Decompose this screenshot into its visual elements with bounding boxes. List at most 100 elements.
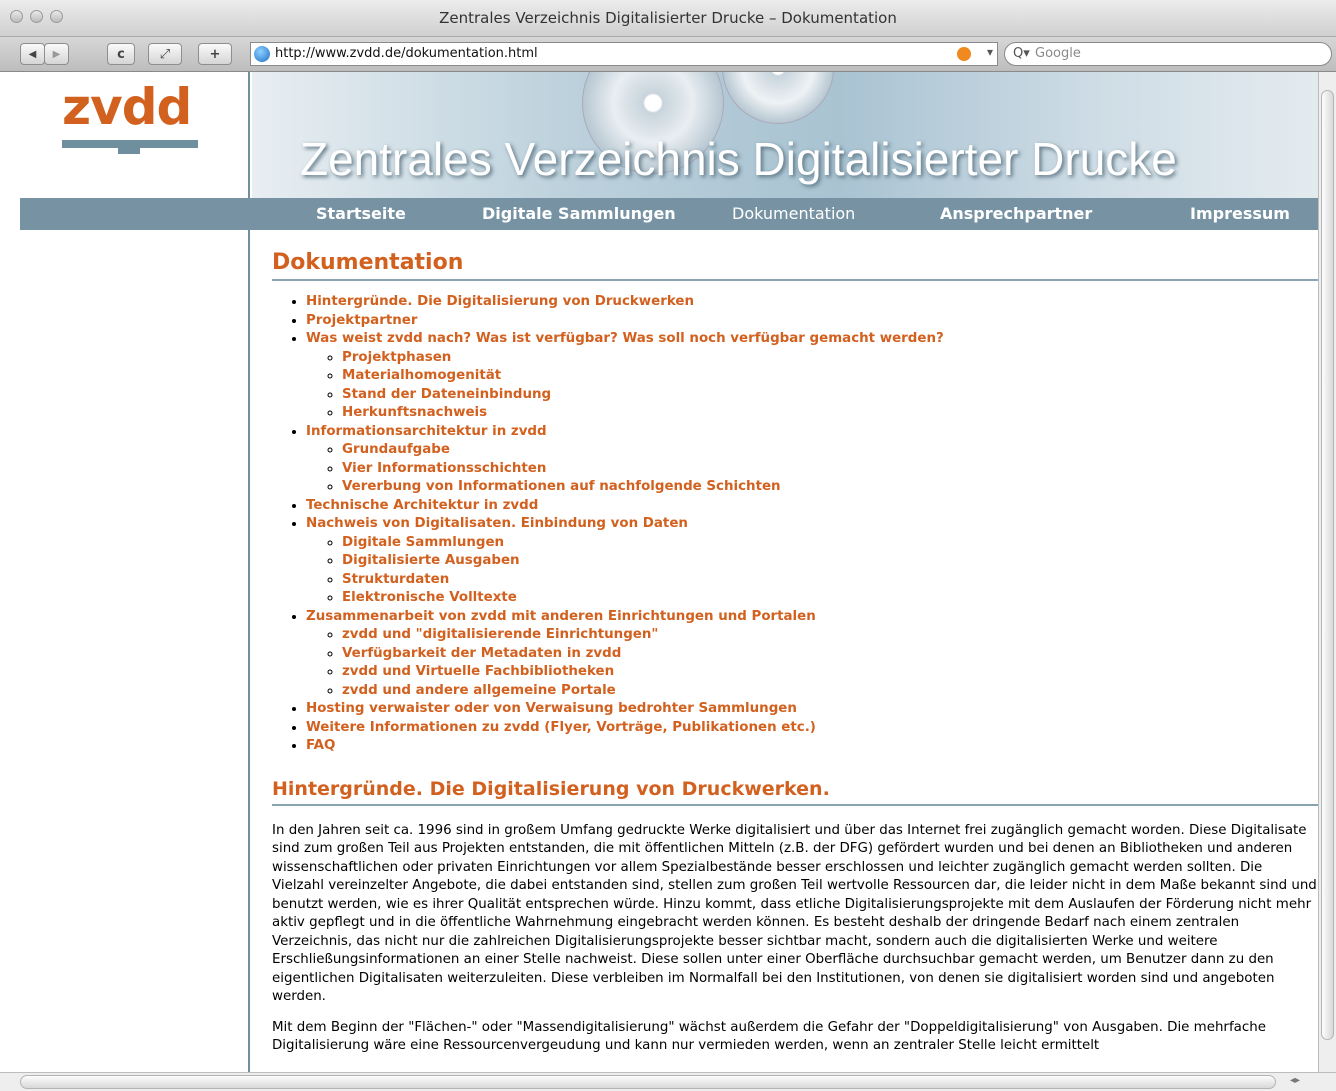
browser-toolbar: ◀ ▶ c ⤢ + http://www.zvdd.de/dokumentati… (0, 37, 1336, 72)
back-button[interactable]: ◀ (20, 43, 45, 65)
toc-link[interactable]: Was weist zvdd nach? Was ist verfügbar? … (306, 331, 944, 346)
search-placeholder: Google (1035, 46, 1081, 61)
toc-sublist: zvdd und "digitalisierende Einrichtungen… (306, 626, 1318, 700)
nav-digitale-sammlungen[interactable]: Digitale Sammlungen (482, 204, 676, 223)
back-arrow-icon: ◀ (28, 48, 37, 60)
toc-subitem: Projektphasen (342, 349, 1318, 368)
url-text: http://www.zvdd.de/dokumentation.html (275, 46, 538, 61)
browser-window: Zentrales Verzeichnis Digitalisierter Dr… (0, 0, 1336, 1091)
rss-icon[interactable] (957, 47, 971, 61)
toc-subitem: Vererbung von Informationen auf nachfolg… (342, 478, 1318, 497)
toc-link[interactable]: Informationsarchitektur in zvdd (306, 424, 547, 439)
page-viewport: zvdd Zentrales Verzeichnis Digitalisiert… (0, 72, 1318, 1072)
nav-ansprechpartner[interactable]: Ansprechpartner (940, 204, 1092, 223)
vertical-scroll-thumb[interactable] (1321, 90, 1334, 1040)
toc-item: Nachweis von Digitalisaten. Einbindung v… (306, 515, 1318, 608)
url-dropdown-icon[interactable]: ▾ (987, 45, 993, 59)
toc-sublink[interactable]: Materialhomogenität (342, 368, 501, 383)
scroll-arrows-icon[interactable]: ◂▸ (1290, 1075, 1300, 1086)
toc-link[interactable]: Technische Architektur in zvdd (306, 498, 538, 513)
table-of-contents: Hintergründe. Die Digitalisierung von Dr… (272, 293, 1318, 756)
toc-subitem: Digitale Sammlungen (342, 534, 1318, 553)
header-banner: Zentrales Verzeichnis Digitalisierter Dr… (252, 72, 1318, 198)
nav-dokumentation[interactable]: Dokumentation (732, 204, 855, 223)
toc-sublink[interactable]: Vererbung von Informationen auf nachfolg… (342, 479, 781, 494)
toc-link[interactable]: Hosting verwaister oder von Verwaisung b… (306, 701, 797, 716)
body-paragraph: Mit dem Beginn der "Flächen-" oder "Mass… (272, 1019, 1266, 1054)
search-field[interactable]: Q▾ Google (1004, 42, 1332, 66)
toc-sublist: Digitale Sammlungen Digitalisierte Ausgab… (306, 534, 1318, 608)
toc-sublink[interactable]: zvdd und "digitalisierende Einrichtungen… (342, 627, 658, 642)
add-bookmark-button[interactable]: + (198, 43, 232, 65)
toc-link[interactable]: Zusammenarbeit von zvdd mit anderen Einr… (306, 609, 816, 624)
main-navigation: Startseite Digitale Sammlungen Dokumenta… (20, 198, 1318, 230)
zvdd-logo[interactable]: zvdd (62, 78, 202, 158)
toc-sublink[interactable]: Digitale Sammlungen (342, 535, 504, 550)
toc-sublink[interactable]: Herkunftsnachweis (342, 405, 487, 420)
toc-item: Was weist zvdd nach? Was ist verfügbar? … (306, 330, 1318, 423)
toc-sublink[interactable]: zvdd und andere allgemeine Portale (342, 683, 616, 698)
toc-item: Technische Architektur in zvdd (306, 497, 1318, 516)
section-heading: Hintergründe. Die Digitalisierung von Dr… (272, 778, 1318, 806)
toc-subitem: Herkunftsnachweis (342, 404, 1318, 423)
title-bar: Zentrales Verzeichnis Digitalisierter Dr… (0, 0, 1336, 37)
vertical-scrollbar[interactable] (1318, 72, 1336, 1072)
toc-subitem: Verfügbarkeit der Metadaten in zvdd (342, 645, 1318, 664)
logo-text: zvdd (62, 78, 192, 136)
toc-subitem: zvdd und andere allgemeine Portale (342, 682, 1318, 701)
toc-item: FAQ (306, 737, 1318, 756)
toc-link[interactable]: Hintergründe. Die Digitalisierung von Dr… (306, 294, 694, 309)
toc-subitem: Elektronische Volltexte (342, 589, 1318, 608)
horizontal-scroll-thumb[interactable] (20, 1075, 1276, 1089)
toc-sublist: Grundaufgabe Vier Informationsschichten Ve… (306, 441, 1318, 497)
toc-sublink[interactable]: zvdd und Virtuelle Fachbibliotheken (342, 664, 614, 679)
logo-tick (118, 148, 140, 154)
page-heading: Dokumentation (272, 250, 1318, 281)
globe-icon (254, 46, 270, 62)
forward-button[interactable]: ▶ (44, 43, 69, 65)
reload-button[interactable]: c (107, 43, 135, 65)
toc-item: Hintergründe. Die Digitalisierung von Dr… (306, 293, 1318, 312)
toc-item: Projektpartner (306, 312, 1318, 331)
window-title: Zentrales Verzeichnis Digitalisierter Dr… (439, 9, 897, 27)
toc-sublink[interactable]: Verfügbarkeit der Metadaten in zvdd (342, 646, 621, 661)
reload-icon: c (117, 46, 125, 62)
toc-sublink[interactable]: Vier Informationsschichten (342, 461, 546, 476)
toc-subitem: zvdd und "digitalisierende Einrichtungen… (342, 626, 1318, 645)
logo-bar (62, 140, 198, 148)
toc-item: Informationsarchitektur in zvdd Grundaufg… (306, 423, 1318, 497)
toc-item: Zusammenarbeit von zvdd mit anderen Einr… (306, 608, 1318, 701)
toc-sublink[interactable]: Elektronische Volltexte (342, 590, 517, 605)
toc-link[interactable]: Weitere Informationen zu zvdd (Flyer, Vo… (306, 720, 816, 735)
search-icon[interactable]: Q▾ (1013, 46, 1030, 61)
toc-sublink[interactable]: Digitalisierte Ausgaben (342, 553, 520, 568)
body-paragraph: In den Jahren seit ca. 1996 sind in groß… (272, 822, 1317, 1005)
toc-subitem: Digitalisierte Ausgaben (342, 552, 1318, 571)
toc-subitem: Strukturdaten (342, 571, 1318, 590)
toc-subitem: Stand der Dateneinbindung (342, 386, 1318, 405)
toc-sublink[interactable]: Stand der Dateneinbindung (342, 387, 551, 402)
nav-impressum[interactable]: Impressum (1190, 204, 1290, 223)
toc-link[interactable]: Nachweis von Digitalisaten. Einbindung v… (306, 516, 688, 531)
plus-icon: + (209, 46, 221, 62)
nav-startseite[interactable]: Startseite (316, 204, 406, 223)
address-bar[interactable]: http://www.zvdd.de/dokumentation.html ▾ (250, 42, 998, 66)
toc-sublink[interactable]: Grundaufgabe (342, 442, 450, 457)
toc-subitem: zvdd und Virtuelle Fachbibliotheken (342, 663, 1318, 682)
toc-subitem: Materialhomogenität (342, 367, 1318, 386)
toc-sublist: Projektphasen Materialhomogenität Stand de… (306, 349, 1318, 423)
toc-link[interactable]: FAQ (306, 738, 335, 753)
snapback-button[interactable]: ⤢ (148, 43, 182, 65)
toc-link[interactable]: Projektpartner (306, 313, 417, 328)
toc-sublink[interactable]: Projektphasen (342, 350, 451, 365)
toc-item: Weitere Informationen zu zvdd (Flyer, Vo… (306, 719, 1318, 738)
main-content: Dokumentation Hintergründe. Die Digitali… (272, 250, 1318, 1056)
snapback-icon: ⤢ (159, 46, 171, 62)
banner-title: Zentrales Verzeichnis Digitalisierter Dr… (300, 133, 1177, 185)
toc-subitem: Vier Informationsschichten (342, 460, 1318, 479)
toc-sublink[interactable]: Strukturdaten (342, 572, 449, 587)
forward-arrow-icon: ▶ (52, 48, 61, 60)
horizontal-scrollbar[interactable]: ◂▸ (0, 1072, 1336, 1091)
toc-subitem: Grundaufgabe (342, 441, 1318, 460)
toc-item: Hosting verwaister oder von Verwaisung b… (306, 700, 1318, 719)
